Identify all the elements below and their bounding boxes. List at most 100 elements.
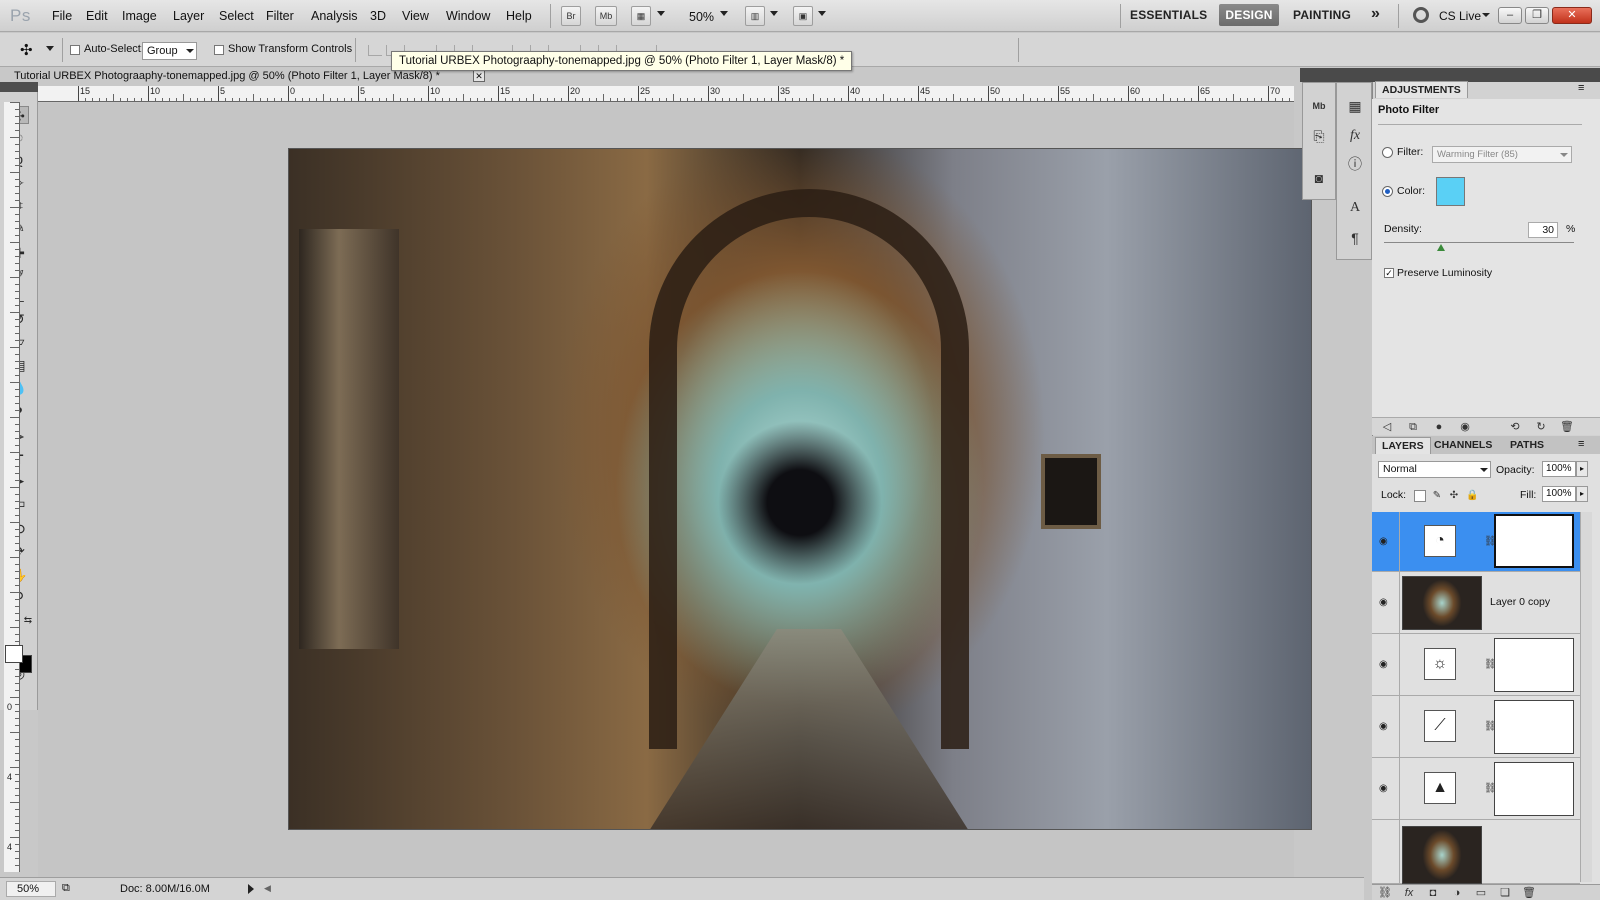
chevron-down-icon[interactable] xyxy=(1560,153,1568,157)
layer-mask-thumbnail[interactable] xyxy=(1494,514,1574,568)
layer-mask-thumbnail[interactable] xyxy=(1494,762,1574,816)
layer-name[interactable]: Layer 0 copy xyxy=(1490,596,1550,608)
link-icon[interactable]: ⛓ xyxy=(1484,536,1497,548)
chevron-down-icon[interactable] xyxy=(1480,468,1488,472)
dock-header[interactable] xyxy=(1300,68,1372,82)
new-layer-icon[interactable]: ❏ xyxy=(1498,886,1512,900)
mini-bridge-panel-icon[interactable]: Mb xyxy=(1309,97,1329,115)
status-info-icon[interactable]: ⧉ xyxy=(62,882,70,895)
swatches-panel-icon[interactable]: ▦ xyxy=(1345,97,1365,115)
panel-dock-header[interactable] xyxy=(1372,68,1600,82)
lock-all-icon[interactable]: 🔒 xyxy=(1466,490,1478,502)
preserve-luminosity-checkbox[interactable]: ✓ xyxy=(1384,268,1394,278)
layers-scrollbar[interactable] xyxy=(1580,512,1592,882)
layer-curves[interactable]: ◉ ⟋ ⛓ xyxy=(1372,696,1580,758)
layer-mask-thumbnail[interactable] xyxy=(1494,700,1574,754)
clip-to-layer-icon[interactable]: ● xyxy=(1432,420,1446,434)
density-field[interactable]: 30 xyxy=(1528,222,1558,238)
add-layer-style-icon[interactable]: fx xyxy=(1402,886,1416,900)
menu-file[interactable]: File xyxy=(52,9,72,23)
document-image[interactable] xyxy=(288,148,1312,830)
foreground-color-swatch[interactable] xyxy=(5,645,23,663)
link-icon[interactable]: ⛓ xyxy=(1484,783,1497,795)
swap-colors-icon[interactable]: ⇆ xyxy=(18,612,38,630)
opacity-arrow-icon[interactable]: ▸ xyxy=(1576,461,1588,477)
new-adjustment-layer-icon[interactable]: ◑ xyxy=(1450,886,1464,900)
filter-select[interactable]: Warming Filter (85) xyxy=(1432,146,1572,163)
previous-state-icon[interactable]: ⟲ xyxy=(1508,420,1522,434)
eye-icon[interactable]: ◉ xyxy=(1379,660,1393,670)
filter-radio[interactable] xyxy=(1382,147,1393,158)
color-radio[interactable] xyxy=(1382,186,1393,197)
horizontal-ruler[interactable]: 15 10 5 0 5 10 15 20 25 30 35 40 45 50 55 60 65 70 xyxy=(38,86,1294,102)
workspace-painting[interactable]: PAINTING xyxy=(1293,8,1351,22)
more-workspaces-button[interactable]: » xyxy=(1371,5,1380,23)
tab-layers[interactable]: LAYERS xyxy=(1375,437,1431,454)
vertical-ruler[interactable]: 0445 xyxy=(4,102,20,872)
close-document-icon[interactable]: ✕ xyxy=(473,70,485,82)
lock-image-pixels-icon[interactable]: ✎ xyxy=(1431,490,1443,502)
menu-edit[interactable]: Edit xyxy=(86,9,108,23)
move-tool-preset-icon[interactable]: ✣ xyxy=(20,41,33,59)
styles-panel-icon[interactable]: fx xyxy=(1345,127,1365,145)
density-slider-track[interactable] xyxy=(1384,242,1574,243)
camera-panel-icon[interactable]: ◙ xyxy=(1309,169,1329,187)
density-slider-thumb[interactable] xyxy=(1437,244,1445,251)
close-button[interactable]: ✕ xyxy=(1552,7,1592,24)
panel-menu-icon[interactable]: ≡ xyxy=(1578,438,1584,450)
view-extras-button[interactable]: ▦ xyxy=(631,6,651,26)
chevron-down-icon[interactable] xyxy=(720,11,728,16)
layer-base-image[interactable] xyxy=(1372,820,1580,884)
restore-button[interactable]: ❐ xyxy=(1525,7,1549,24)
filter-color-swatch[interactable] xyxy=(1436,177,1465,206)
mini-bridge-button[interactable]: Mb xyxy=(595,6,617,26)
menu-image[interactable]: Image xyxy=(122,9,157,23)
delete-adjustment-icon[interactable]: 🗑 xyxy=(1560,420,1574,434)
layer-photo-filter-1[interactable]: ◉ ◔ ⛓ xyxy=(1372,512,1580,572)
chevron-down-icon[interactable] xyxy=(657,11,665,16)
tab-paths[interactable]: PATHS xyxy=(1504,437,1550,454)
link-layers-icon[interactable]: ⛓ xyxy=(1378,886,1392,900)
chevron-down-icon[interactable] xyxy=(770,11,778,16)
tab-adjustments[interactable]: ADJUSTMENTS xyxy=(1375,81,1468,98)
layer-levels[interactable]: ◉ ▲ ⛓ xyxy=(1372,758,1580,820)
show-transform-controls-checkbox[interactable] xyxy=(214,45,224,55)
info-panel-icon[interactable]: ⓘ xyxy=(1345,155,1365,173)
cs-live-menu[interactable]: CS Live xyxy=(1439,9,1481,23)
lock-transparent-pixels-icon[interactable] xyxy=(1414,490,1426,502)
eye-icon[interactable]: ◉ xyxy=(1379,598,1393,608)
eye-icon[interactable]: ◉ xyxy=(1379,537,1393,547)
menu-3d[interactable]: 3D xyxy=(370,9,386,23)
delete-layer-icon[interactable]: 🗑 xyxy=(1522,886,1536,900)
workspace-essentials[interactable]: ESSENTIALS xyxy=(1130,8,1207,22)
screen-mode-button[interactable]: ▣ xyxy=(793,6,813,26)
eye-icon[interactable]: ◉ xyxy=(1379,722,1393,732)
menu-layer[interactable]: Layer xyxy=(173,9,204,23)
status-menu-arrow-icon[interactable] xyxy=(248,884,254,894)
character-panel-icon[interactable]: A xyxy=(1345,199,1365,217)
visibility-toggle-icon[interactable]: ◉ xyxy=(1458,420,1472,434)
menu-filter[interactable]: Filter xyxy=(266,9,294,23)
new-group-icon[interactable]: ▭ xyxy=(1474,886,1488,900)
paragraph-panel-icon[interactable]: ¶ xyxy=(1345,229,1365,247)
zoom-field[interactable]: 50% xyxy=(6,881,56,897)
panel-menu-icon[interactable]: ≡ xyxy=(1578,82,1584,94)
auto-select-checkbox[interactable] xyxy=(70,45,80,55)
zoom-level[interactable]: 50% xyxy=(689,10,714,24)
tab-channels[interactable]: CHANNELS xyxy=(1428,437,1498,454)
chevron-down-icon[interactable] xyxy=(818,11,826,16)
add-mask-icon[interactable]: ◘ xyxy=(1426,886,1440,900)
tools-panel-header[interactable] xyxy=(0,82,38,92)
history-panel-icon[interactable]: ⎘ xyxy=(1309,127,1329,145)
back-arrow-icon[interactable]: ◁ xyxy=(1380,420,1394,434)
link-icon[interactable]: ⛓ xyxy=(1484,659,1497,671)
blend-mode-select[interactable]: Normal xyxy=(1378,461,1491,478)
lock-position-icon[interactable]: ✣ xyxy=(1448,490,1460,502)
chevron-down-icon[interactable] xyxy=(186,49,194,53)
launch-bridge-button[interactable]: Br xyxy=(561,6,581,26)
scroll-left-icon[interactable]: ◀ xyxy=(264,883,271,894)
eye-icon[interactable]: ◉ xyxy=(1379,784,1393,794)
align-top-icon[interactable] xyxy=(368,45,382,56)
fill-arrow-icon[interactable]: ▸ xyxy=(1576,486,1588,502)
link-icon[interactable]: ⛓ xyxy=(1484,721,1497,733)
